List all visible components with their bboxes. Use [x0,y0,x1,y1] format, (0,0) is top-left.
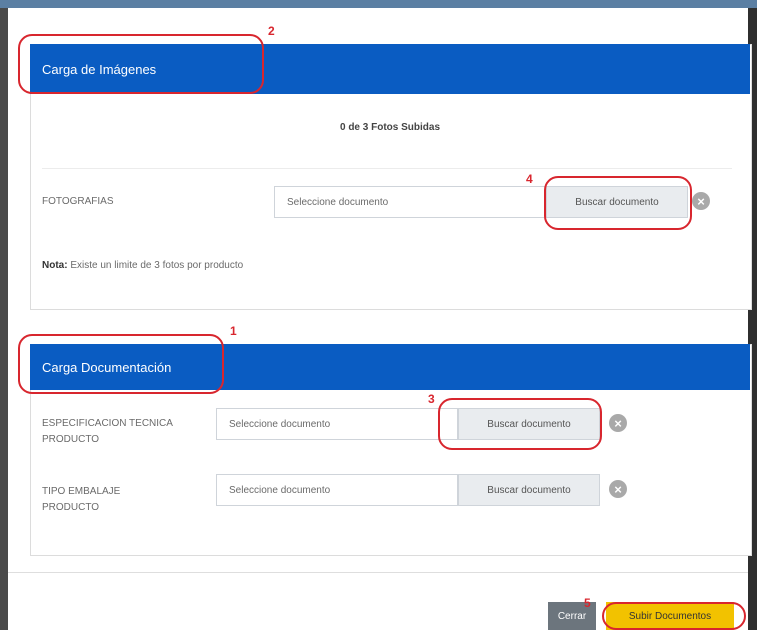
annotation-number-2: 2 [268,24,275,38]
photo-counter: 0 de 3 Fotos Subidas [339,122,441,133]
note-text: Existe un limite de 3 fotos por producto [67,260,244,271]
packaging-file-input[interactable]: Seleccione documento [216,474,458,506]
annotation-box-2 [18,34,264,94]
divider [42,168,732,169]
spec-file-placeholder: Seleccione documento [229,418,331,430]
annotation-box-3 [438,398,602,450]
annotation-box-4 [544,176,692,230]
annotation-number-3: 3 [428,392,435,406]
spec-file-input[interactable]: Seleccione documento [216,408,458,440]
doc-row-label-packaging: TIPO EMBALAJE PRODUCTO [42,486,121,513]
note-bold: Nota: [42,260,68,271]
annotation-number-1: 1 [230,324,237,338]
close-circle-icon[interactable]: × [609,480,627,498]
annotation-box-5 [602,602,746,630]
footer-divider [8,572,748,573]
annotation-number-4: 4 [526,172,533,186]
close-button-label: Cerrar [557,610,587,622]
photos-file-input[interactable]: Seleccione documento [274,186,546,218]
annotation-number-5: 5 [584,596,591,610]
annotation-box-1 [18,334,224,394]
close-circle-icon[interactable]: × [692,192,710,210]
photos-note: Nota: Existe un limite de 3 fotos por pr… [42,260,243,271]
photos-file-placeholder: Seleccione documento [287,196,389,208]
close-circle-icon[interactable]: × [609,414,627,432]
backdrop-left [0,8,8,630]
doc-row-label-spec: ESPECIFICACION TECNICA PRODUCTO [42,418,173,445]
modal-title-bar [0,0,757,8]
packaging-search-button[interactable]: Buscar documento [458,474,600,506]
packaging-file-placeholder: Seleccione documento [229,484,331,496]
packaging-search-label: Buscar documento [487,484,571,496]
photos-label: FOTOGRAFIAS [42,196,114,207]
